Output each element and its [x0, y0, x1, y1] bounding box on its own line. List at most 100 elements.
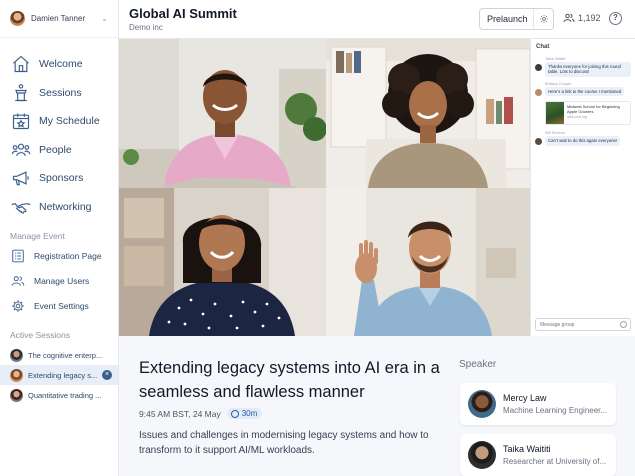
active-session-label: Extending legacy s... — [28, 370, 98, 380]
speaker-card[interactable]: Mercy Law Machine Learning Engineer... — [460, 383, 616, 425]
active-sessions-heading: Active Sessions — [10, 330, 70, 340]
chat-panel: Chat Taika Waititi Thanks everyone for j… — [530, 39, 635, 336]
manage-item-registration-page[interactable]: Registration Page — [0, 243, 118, 268]
session-duration-badge: 30m — [226, 408, 263, 419]
attendee-count-value: 1,192 — [578, 13, 601, 23]
chat-message-author: Will Benson — [545, 131, 566, 136]
video-tile-participant-1[interactable] — [119, 39, 326, 188]
chat-message-author: Taika Waititi — [545, 57, 566, 61]
speaker-role: Machine Learning Engineer... — [503, 406, 608, 415]
session-duration: 30m — [241, 409, 258, 418]
session-description: Issues and challenges in modernising leg… — [139, 430, 429, 456]
speaker-avatar — [468, 441, 496, 469]
chat-input-box[interactable] — [535, 318, 631, 331]
speaker-role: Researcher at University of... — [503, 457, 607, 466]
event-title: Global AI Summit — [129, 6, 237, 21]
help-icon[interactable]: ? — [609, 12, 622, 25]
video-tile-participant-3[interactable] — [119, 188, 326, 336]
chat-message: Brittany Cooper Here's a link to the cou… — [531, 80, 635, 99]
handshake-icon — [11, 197, 31, 217]
gear-icon — [11, 299, 25, 313]
user-name: Damien Tanner — [31, 14, 86, 23]
organization-name: Demo inc — [129, 23, 163, 32]
manage-item-label: Registration Page — [34, 250, 102, 261]
speaker-name: Mercy Law — [503, 393, 547, 403]
video-tile-participant-4[interactable] — [326, 188, 530, 336]
user-avatar — [10, 11, 25, 26]
close-icon[interactable]: × — [102, 370, 112, 380]
megaphone-icon — [11, 168, 31, 188]
active-session-label: Quantitative trading ... — [28, 390, 102, 400]
emoji-icon[interactable] — [620, 321, 627, 328]
video-grid — [119, 39, 530, 336]
manage-event-heading: Manage Event — [10, 231, 65, 241]
event-header: Global AI Summit Demo inc Prelaunch 1,19… — [119, 0, 635, 39]
manage-item-label: Event Settings — [34, 300, 89, 311]
people-icon — [11, 140, 31, 160]
gear-icon[interactable] — [533, 9, 553, 29]
prelaunch-label: Prelaunch — [487, 14, 528, 24]
link-preview-title: Midwest School for Beginning Apple Growe… — [566, 104, 620, 115]
nav-item-sessions[interactable]: Sessions — [0, 79, 118, 108]
attendee-count[interactable]: 1,192 — [563, 12, 601, 24]
calendar-star-icon — [11, 111, 31, 131]
speaker-avatar — [468, 390, 496, 418]
session-time: 9:45 AM BST, 24 May — [139, 408, 221, 419]
chat-message: Will Benson Can't wait to do this again … — [531, 129, 635, 148]
clock-icon — [230, 409, 239, 418]
chat-message-text: Can't wait to do this again everyone! — [545, 136, 621, 146]
list-icon — [11, 249, 25, 263]
sidebar: Damien Tanner ⌄ Welcome Sessions My Sche… — [0, 0, 119, 476]
nav-item-sponsors[interactable]: Sponsors — [0, 164, 118, 193]
nav-item-my-schedule[interactable]: My Schedule — [0, 107, 118, 136]
manage-item-event-settings[interactable]: Event Settings — [0, 293, 118, 318]
link-preview-url: ahls.ucdl.org — [566, 115, 587, 120]
avatar — [535, 138, 542, 146]
session-details: Extending legacy systems into AI era in … — [119, 336, 635, 476]
chevron-down-icon: ⌄ — [101, 14, 108, 23]
nav-label: Sponsors — [39, 172, 84, 185]
chat-message-author: Brittany Cooper — [545, 81, 572, 86]
speaker-heading: Speaker — [459, 359, 497, 370]
nav-label: Networking — [39, 200, 92, 213]
nav-label: Sessions — [39, 86, 82, 99]
active-session-item[interactable]: Quantitative trading ... — [0, 385, 118, 405]
participant-video — [326, 188, 530, 336]
nav-label: Welcome — [39, 58, 83, 71]
participant-video — [119, 39, 326, 188]
people-icon — [563, 13, 575, 23]
session-meta: 9:45 AM BST, 24 May 30m — [139, 408, 263, 419]
speaker-name: Taika Waititi — [503, 444, 551, 454]
prelaunch-button[interactable]: Prelaunch — [479, 8, 554, 30]
session-title: Extending legacy systems into AI era in … — [139, 359, 440, 401]
podium-icon — [11, 83, 31, 103]
chat-message: Taika Waititi Thanks everyone for joinin… — [531, 55, 635, 80]
active-session-label: The cognitive enterp... — [28, 350, 103, 360]
message-input[interactable] — [540, 321, 620, 328]
avatar — [535, 88, 542, 96]
chat-title: Chat — [536, 44, 550, 50]
manage-item-manage-users[interactable]: Manage Users — [0, 268, 118, 293]
video-tile-participant-2[interactable] — [326, 39, 530, 188]
users-icon — [11, 274, 25, 288]
nav-item-welcome[interactable]: Welcome — [0, 50, 118, 79]
active-session-item[interactable]: The cognitive enterp... — [0, 345, 118, 365]
avatar — [535, 64, 542, 71]
nav-label: My Schedule — [39, 115, 100, 128]
home-icon — [11, 54, 31, 74]
session-avatar — [10, 368, 23, 382]
session-avatar — [10, 348, 23, 362]
link-preview-image — [546, 102, 564, 125]
speaker-card[interactable]: Taika Waititi Researcher at University o… — [460, 434, 616, 476]
user-menu[interactable]: Damien Tanner ⌄ — [0, 0, 118, 38]
chat-message-text: Thanks everyone for joining this round t… — [545, 62, 631, 77]
nav-item-people[interactable]: People — [0, 136, 118, 165]
chat-link-preview[interactable]: Midwest School for Beginning Apple Growe… — [545, 101, 631, 126]
nav-item-networking[interactable]: Networking — [0, 193, 118, 222]
main-nav: Welcome Sessions My Schedule People Spon… — [0, 38, 118, 221]
manage-item-label: Manage Users — [34, 275, 90, 286]
active-session-item-selected[interactable]: Extending legacy s... × — [0, 365, 118, 385]
chat-message-text: Here's a link to the course I mentioned — [545, 86, 625, 97]
nav-label: People — [39, 143, 72, 156]
participant-video — [119, 188, 326, 336]
